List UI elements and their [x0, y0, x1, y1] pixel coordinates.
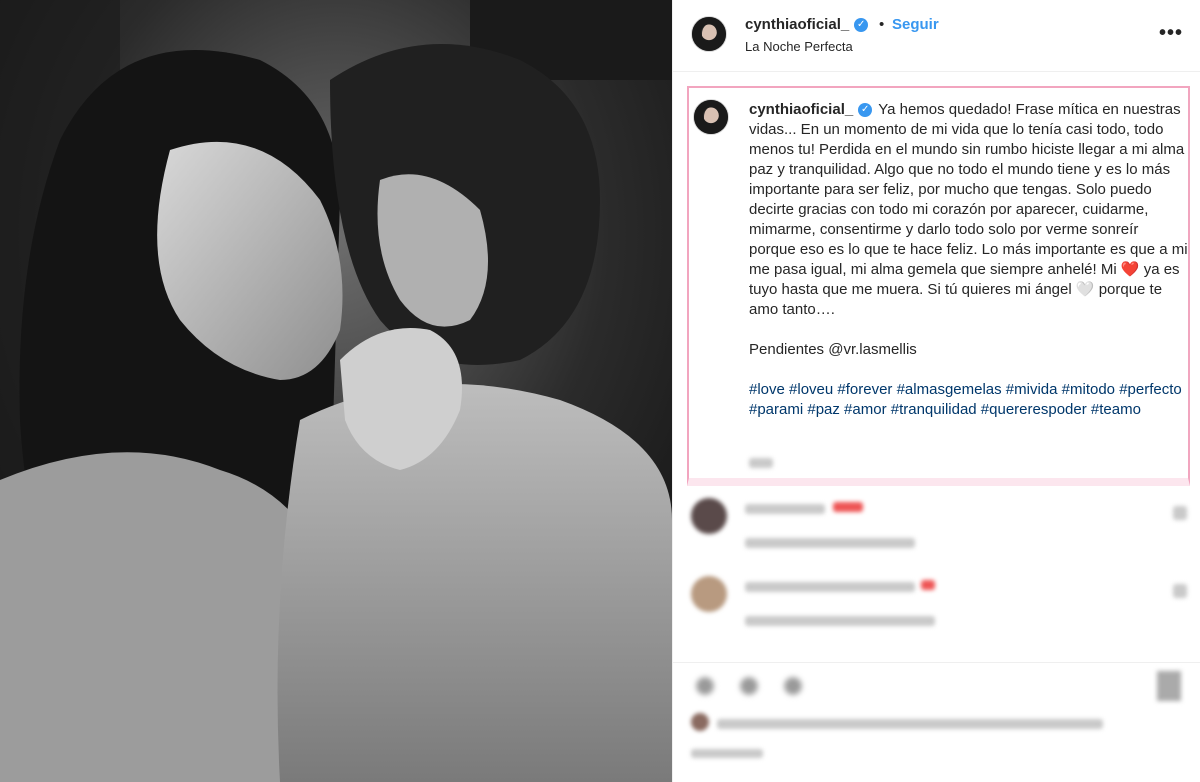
comment-text-blurred	[745, 504, 825, 514]
share-icon[interactable]	[779, 673, 807, 699]
comment-text-blurred	[745, 582, 915, 592]
action-bar	[673, 662, 1200, 782]
header-separator: •	[879, 16, 885, 33]
caption-highlight-box: cynthiaoficial_ ✓ Ya hemos quedado! Frase …	[687, 86, 1190, 486]
caption-avatar[interactable]	[693, 99, 729, 135]
post-photo[interactable]	[0, 0, 672, 782]
more-options-icon[interactable]: •••	[1159, 22, 1183, 45]
caption-body: Ya hemos quedado! Frase mítica en nuestr…	[749, 101, 1188, 318]
like-comment-icon[interactable]	[1173, 506, 1187, 520]
like-icon[interactable]	[691, 673, 719, 699]
couple-photo-illustration	[0, 0, 672, 782]
comment-avatar[interactable]	[691, 498, 727, 534]
comment-text-blurred	[833, 502, 863, 512]
comment-avatar[interactable]	[691, 576, 727, 612]
caption-hashtags: #love #loveu #forever #almasgemelas #miv…	[749, 381, 1182, 418]
caption-verified-icon: ✓	[858, 103, 873, 118]
caption: cynthiaoficial_ ✓ Ya hemos quedado! Frase …	[749, 100, 1189, 420]
post-sidebar: cynthiaoficial_ ✓ • Seguir La Noche Perfe…	[672, 0, 1200, 782]
comment-item	[673, 572, 1200, 632]
save-icon[interactable]	[1157, 671, 1181, 701]
caption-username[interactable]: cynthiaoficial_	[749, 101, 853, 118]
post-date-blurred	[691, 749, 763, 758]
likes-avatar	[691, 713, 709, 731]
caption-credits: Pendientes @vr.lasmellis	[749, 341, 917, 358]
likes-summary-blurred	[717, 719, 1103, 729]
post-header: cynthiaoficial_ ✓ • Seguir La Noche Perfe…	[673, 0, 1200, 72]
comment-icon[interactable]	[735, 673, 763, 699]
follow-button[interactable]: Seguir	[892, 16, 939, 33]
like-comment-icon[interactable]	[1173, 584, 1187, 598]
author-username[interactable]: cynthiaoficial_ ✓	[745, 16, 869, 33]
author-username-text[interactable]: cynthiaoficial_	[745, 16, 849, 33]
author-avatar[interactable]	[691, 16, 727, 52]
comment-meta-blurred	[745, 616, 935, 626]
post-location[interactable]: La Noche Perfecta	[745, 39, 853, 54]
comment-text-blurred	[921, 580, 935, 590]
comment-meta-blurred	[745, 538, 915, 548]
comment-item	[673, 494, 1200, 554]
verified-icon: ✓	[854, 18, 869, 33]
caption-timestamp-blurred	[749, 458, 773, 468]
